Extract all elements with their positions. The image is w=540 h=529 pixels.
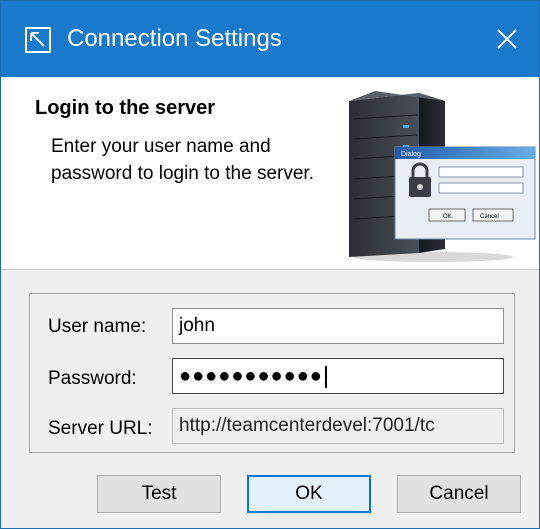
- username-label: User name:: [48, 316, 147, 337]
- credentials-panel: User name: john Password: ●●●●●●●●●●● Se…: [29, 293, 515, 453]
- art-dialog-title: Dialog: [401, 151, 421, 158]
- dialog-arrow-icon: [25, 27, 51, 53]
- dialog-header: Login to the server Enter your user name…: [1, 77, 539, 270]
- server-login-illustration: Dialog OK Cancel: [349, 91, 536, 262]
- username-value: john: [179, 315, 215, 336]
- test-button[interactable]: Test: [97, 475, 221, 513]
- header-heading: Login to the server: [35, 97, 216, 119]
- server-url-label: Server URL:: [48, 418, 153, 439]
- header-description: Enter your user name and password to log…: [51, 136, 314, 184]
- window-title: Connection Settings: [67, 25, 282, 52]
- close-button[interactable]: [475, 1, 539, 77]
- title-bar[interactable]: Connection Settings: [1, 1, 539, 77]
- cancel-button[interactable]: Cancel: [397, 475, 521, 513]
- art-ok-label: OK: [443, 214, 452, 220]
- server-url-field: http://teamcenterdevel:7001/tc: [172, 408, 504, 444]
- connection-settings-dialog: Connection Settings Login to the server …: [0, 0, 540, 529]
- server-url-value: http://teamcenterdevel:7001/tc: [179, 415, 435, 436]
- text-caret: [324, 365, 327, 388]
- art-cancel-label: Cancel: [480, 214, 499, 220]
- password-field[interactable]: ●●●●●●●●●●●: [172, 358, 504, 394]
- username-field[interactable]: john: [172, 308, 504, 344]
- password-label: Password:: [48, 368, 137, 389]
- close-icon: [497, 29, 517, 49]
- password-mask: ●●●●●●●●●●●: [179, 365, 323, 387]
- ok-button[interactable]: OK: [247, 475, 371, 513]
